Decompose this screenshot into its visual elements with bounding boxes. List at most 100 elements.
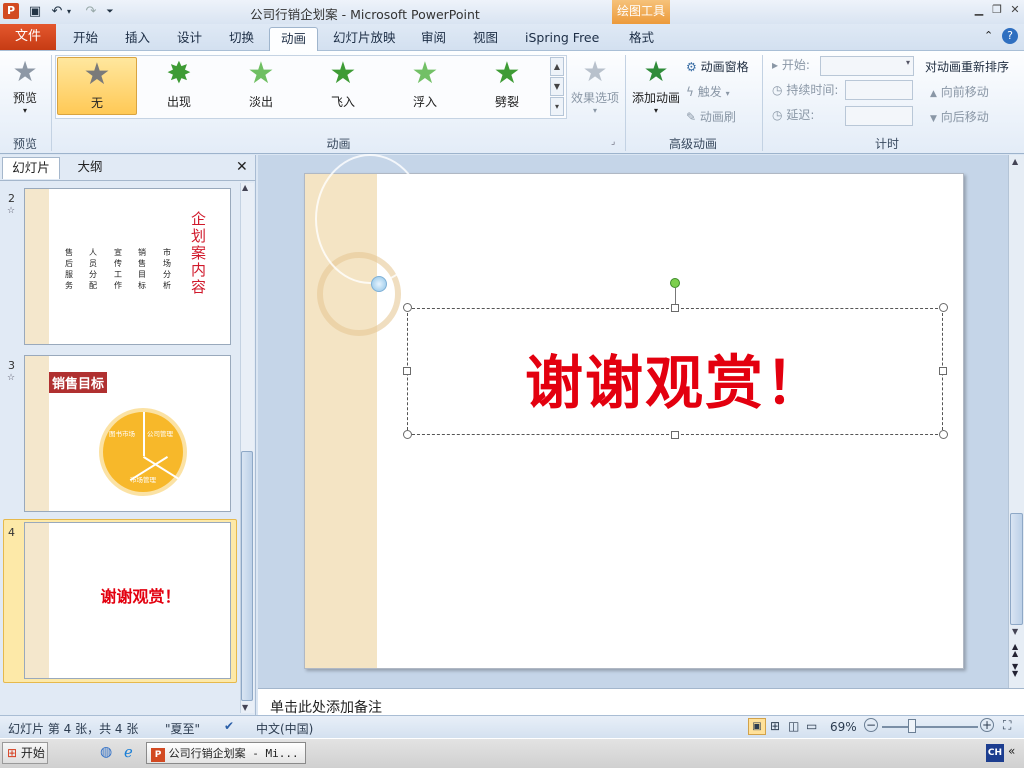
preview-button[interactable]: ★ 预览 ▾ <box>4 55 46 125</box>
gallery-up-icon[interactable]: ▲ <box>550 57 564 76</box>
move-earlier-button[interactable]: ▲ 向前移动 <box>930 82 989 102</box>
reading-view-icon[interactable]: ◫ <box>788 719 799 733</box>
notes-placeholder[interactable]: 单击此处添加备注 <box>270 697 382 717</box>
help-icon[interactable]: ? <box>1002 28 1018 44</box>
preview-star-icon: ★ <box>12 55 38 88</box>
tab-outline[interactable]: 大纲 <box>62 157 118 179</box>
slide-3-title: 销售目标 <box>49 372 108 393</box>
effect-options-button[interactable]: ★ 效果选项 ▾ <box>568 55 622 125</box>
next-slide-icon[interactable]: ▼ ▼ <box>1012 663 1018 678</box>
file-tab[interactable]: 文件 <box>0 24 56 50</box>
tab-animations[interactable]: 动画 <box>269 27 319 51</box>
chevron-down-icon: ▾ <box>725 89 730 98</box>
resize-handle-nw[interactable] <box>403 303 412 312</box>
taskbar: ⊞ 开始 ◍ ℯ P 公司行销企划案 - Mi... CH « <box>0 738 1024 768</box>
slide-thumbnail-3[interactable]: 销售目标 图书市场 公司管理 市场管理 <box>24 355 231 512</box>
editor-scrollbar[interactable]: ▲ ▼ ▲ ▲ ▼ ▼ <box>1008 155 1024 688</box>
zoom-out-icon[interactable]: − <box>864 718 878 732</box>
zoom-slider-thumb[interactable] <box>908 719 916 733</box>
close-icon[interactable]: ✕ <box>1006 3 1024 19</box>
trigger-button[interactable]: ϟ 触发 ▾ <box>686 82 730 102</box>
slide-thumbnail-4[interactable]: 谢谢观赏！ <box>24 522 231 679</box>
quicklaunch-icon[interactable]: ◍ <box>100 744 112 760</box>
start-label-text: 开始: <box>781 58 810 72</box>
delay-label-text: 延迟: <box>786 108 815 122</box>
animation-split[interactable]: ★ 劈裂 <box>467 57 547 115</box>
scroll-up-icon[interactable]: ▲ <box>242 183 248 192</box>
delay-input[interactable] <box>845 106 913 126</box>
rotation-handle[interactable] <box>670 278 680 288</box>
tray-expand-icon[interactable]: « <box>1008 744 1015 758</box>
slide-thumbnail-2[interactable]: 企划案内容 市场分析 销售目标 宣传工作 人员分配 售后服务 <box>24 188 231 345</box>
gallery-down-icon[interactable]: ▼ <box>550 77 564 96</box>
resize-handle-s[interactable] <box>671 431 679 439</box>
tab-slideshow[interactable]: 幻灯片放映 <box>322 27 407 51</box>
tab-view[interactable]: 视图 <box>462 27 509 51</box>
animation-float-in[interactable]: ★ 浮入 <box>385 57 465 115</box>
resize-handle-ne[interactable] <box>939 303 948 312</box>
animation-none[interactable]: ★ 无 <box>57 57 137 115</box>
zoom-in-icon[interactable]: + <box>980 718 994 732</box>
scroll-thumb[interactable] <box>241 451 253 701</box>
decoration-dot <box>371 276 387 292</box>
scroll-down-icon[interactable]: ▼ <box>1012 627 1018 636</box>
ribbon-collapse-icon[interactable]: ⌃ <box>984 29 993 42</box>
slide-number: 3 <box>8 359 15 372</box>
start-button[interactable]: ⊞ 开始 <box>2 742 48 764</box>
zoom-slider-track[interactable] <box>882 726 978 728</box>
notes-pane[interactable]: 单击此处添加备注 <box>258 688 1024 717</box>
add-animation-button[interactable]: ★ 添加动画 ▾ <box>629 55 683 125</box>
gallery-more-icon[interactable]: ▾ <box>550 97 564 116</box>
animation-fade[interactable]: ★ 淡出 <box>221 57 301 115</box>
resize-handle-sw[interactable] <box>403 430 412 439</box>
scroll-thumb[interactable] <box>1010 513 1023 625</box>
resize-handle-w[interactable] <box>403 367 411 375</box>
slideshow-view-icon[interactable]: ▭ <box>806 719 817 733</box>
resize-handle-e[interactable] <box>939 367 947 375</box>
start-label: 开始 <box>20 746 45 760</box>
normal-view-icon[interactable]: ▣ <box>748 718 766 735</box>
tab-home[interactable]: 开始 <box>62 27 109 51</box>
slide-canvas[interactable]: 谢谢观赏！ <box>304 154 964 669</box>
slide-title[interactable]: 谢谢观赏！ <box>407 354 943 412</box>
language[interactable]: 中文(中国) <box>256 720 313 737</box>
slide-2-bullet: 售后服务 <box>65 248 73 290</box>
theme-name[interactable]: "夏至" <box>165 720 200 737</box>
move-later-button[interactable]: ▼ 向后移动 <box>930 107 989 127</box>
previous-slide-icon[interactable]: ▲ ▲ <box>1012 643 1018 658</box>
start-select[interactable]: ▾ <box>820 56 914 76</box>
slide-2-bullet: 人员分配 <box>89 248 97 290</box>
spell-check-icon[interactable]: ✔ <box>224 719 234 733</box>
tab-slides[interactable]: 幻灯片 <box>2 157 60 179</box>
animation-fly-in[interactable]: ★ 飞入 <box>303 57 383 115</box>
duration-input[interactable] <box>845 80 913 100</box>
minimize-icon[interactable]: ▁ <box>970 3 988 19</box>
fit-to-window-icon[interactable]: ⛶ <box>1003 718 1011 733</box>
browser-icon[interactable]: ℯ <box>124 743 133 761</box>
effect-options-label: 效果选项 <box>570 91 619 105</box>
scroll-down-icon[interactable]: ▼ <box>242 703 248 712</box>
slide-sorter-icon[interactable]: ⊞ <box>770 719 780 733</box>
tab-insert[interactable]: 插入 <box>114 27 161 51</box>
animation-painter-button[interactable]: ✎ 动画刷 <box>686 107 736 127</box>
tab-design[interactable]: 设计 <box>166 27 213 51</box>
animation-appear[interactable]: ✸ 出现 <box>139 57 219 115</box>
animation-label: 劈裂 <box>494 95 519 109</box>
tab-transitions[interactable]: 切换 <box>218 27 265 51</box>
tab-ispring[interactable]: iSpring Free <box>514 27 610 51</box>
slide-decoration <box>25 356 49 511</box>
star-icon: ★ <box>247 56 275 91</box>
close-pane-icon[interactable]: ✕ <box>236 159 248 175</box>
tab-format[interactable]: 格式 <box>618 27 665 51</box>
restore-icon[interactable]: ❐ <box>988 3 1006 19</box>
resize-handle-se[interactable] <box>939 430 948 439</box>
tab-review[interactable]: 审阅 <box>410 27 457 51</box>
taskbar-window-item[interactable]: P 公司行销企划案 - Mi... <box>146 742 306 764</box>
resize-handle-n[interactable] <box>671 304 679 312</box>
dialog-launcher-icon[interactable]: ⌟ <box>611 137 615 147</box>
zoom-level[interactable]: 69% <box>830 720 857 734</box>
animation-label: 浮入 <box>412 95 437 109</box>
scroll-up-icon[interactable]: ▲ <box>1012 157 1018 166</box>
ime-indicator[interactable]: CH <box>986 744 1004 762</box>
animation-pane-button[interactable]: ⚙ 动画窗格 <box>686 57 749 77</box>
